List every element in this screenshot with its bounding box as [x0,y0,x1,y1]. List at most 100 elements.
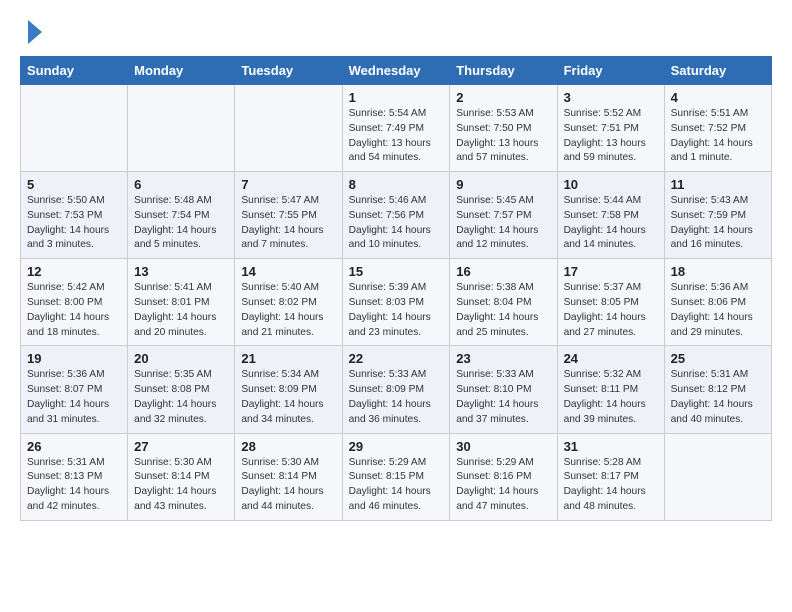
day-info: Sunrise: 5:44 AMSunset: 7:58 PMDaylight:… [564,194,658,253]
calendar-cell: 18 Sunrise: 5:36 AMSunset: 8:06 PMDayligh… [664,259,771,346]
day-number: 2 [456,90,550,105]
day-info: Sunrise: 5:50 AMSunset: 7:53 PMDaylight:… [27,194,121,253]
calendar-cell: 14 Sunrise: 5:40 AMSunset: 8:02 PMDayligh… [235,259,342,346]
weekday-header-saturday: Saturday [664,57,771,85]
calendar-cell: 17 Sunrise: 5:37 AMSunset: 8:05 PMDayligh… [557,259,664,346]
day-number: 13 [134,264,228,279]
calendar-cell [21,85,128,172]
logo [20,16,46,46]
day-number: 27 [134,439,228,454]
calendar-table: SundayMondayTuesdayWednesdayThursdayFrid… [20,56,772,521]
calendar-cell: 21 Sunrise: 5:34 AMSunset: 8:09 PMDayligh… [235,346,342,433]
calendar-cell: 27 Sunrise: 5:30 AMSunset: 8:14 PMDayligh… [128,433,235,520]
day-number: 3 [564,90,658,105]
day-info: Sunrise: 5:36 AMSunset: 8:06 PMDaylight:… [671,281,765,340]
day-info: Sunrise: 5:54 AMSunset: 7:49 PMDaylight:… [349,107,444,166]
day-info: Sunrise: 5:36 AMSunset: 8:07 PMDaylight:… [27,368,121,427]
calendar-cell: 5Sunrise: 5:50 AMSunset: 7:53 PMDaylight… [21,172,128,259]
calendar-cell: 29 Sunrise: 5:29 AMSunset: 8:15 PMDayligh… [342,433,450,520]
day-number: 21 [241,351,335,366]
day-number: 7 [241,177,335,192]
calendar-cell: 22Sunrise: 5:33 AMSunset: 8:09 PMDayligh… [342,346,450,433]
calendar-body: 1 Sunrise: 5:54 AMSunset: 7:49 PMDaylight… [21,85,772,521]
logo-icon [24,18,46,46]
day-number: 22 [349,351,444,366]
day-info: Sunrise: 5:37 AMSunset: 8:05 PMDaylight:… [564,281,658,340]
calendar-week-2: 5Sunrise: 5:50 AMSunset: 7:53 PMDaylight… [21,172,772,259]
calendar-week-5: 26 Sunrise: 5:31 AMSunset: 8:13 PMDayligh… [21,433,772,520]
day-info: Sunrise: 5:43 AMSunset: 7:59 PMDaylight:… [671,194,765,253]
weekday-header-wednesday: Wednesday [342,57,450,85]
calendar-cell: 25 Sunrise: 5:31 AMSunset: 8:12 PMDayligh… [664,346,771,433]
day-number: 9 [456,177,550,192]
day-info: Sunrise: 5:31 AMSunset: 8:13 PMDaylight:… [27,456,121,515]
calendar-cell [128,85,235,172]
day-info: Sunrise: 5:28 AMSunset: 8:17 PMDaylight:… [564,456,658,515]
day-info: Sunrise: 5:46 AMSunset: 7:56 PMDaylight:… [349,194,444,253]
day-number: 1 [349,90,444,105]
day-number: 18 [671,264,765,279]
calendar-cell: 12 Sunrise: 5:42 AMSunset: 8:00 PMDayligh… [21,259,128,346]
day-number: 31 [564,439,658,454]
day-number: 10 [564,177,658,192]
day-number: 26 [27,439,121,454]
day-number: 16 [456,264,550,279]
calendar-cell: 2 Sunrise: 5:53 AMSunset: 7:50 PMDaylight… [450,85,557,172]
calendar-cell: 6Sunrise: 5:48 AMSunset: 7:54 PMDaylight… [128,172,235,259]
day-info: Sunrise: 5:39 AMSunset: 8:03 PMDaylight:… [349,281,444,340]
day-number: 25 [671,351,765,366]
weekday-header-tuesday: Tuesday [235,57,342,85]
day-info: Sunrise: 5:35 AMSunset: 8:08 PMDaylight:… [134,368,228,427]
calendar-cell: 28Sunrise: 5:30 AMSunset: 8:14 PMDayligh… [235,433,342,520]
calendar-cell: 31 Sunrise: 5:28 AMSunset: 8:17 PMDayligh… [557,433,664,520]
day-info: Sunrise: 5:31 AMSunset: 8:12 PMDaylight:… [671,368,765,427]
day-info: Sunrise: 5:34 AMSunset: 8:09 PMDaylight:… [241,368,335,427]
day-info: Sunrise: 5:53 AMSunset: 7:50 PMDaylight:… [456,107,550,166]
calendar-cell: 30 Sunrise: 5:29 AMSunset: 8:16 PMDayligh… [450,433,557,520]
day-info: Sunrise: 5:42 AMSunset: 8:00 PMDaylight:… [27,281,121,340]
day-info: Sunrise: 5:52 AMSunset: 7:51 PMDaylight:… [564,107,658,166]
calendar-cell: 19 Sunrise: 5:36 AMSunset: 8:07 PMDayligh… [21,346,128,433]
day-number: 12 [27,264,121,279]
calendar-cell: 3 Sunrise: 5:52 AMSunset: 7:51 PMDaylight… [557,85,664,172]
day-info: Sunrise: 5:38 AMSunset: 8:04 PMDaylight:… [456,281,550,340]
day-info: Sunrise: 5:51 AMSunset: 7:52 PMDaylight:… [671,107,765,166]
day-info: Sunrise: 5:40 AMSunset: 8:02 PMDaylight:… [241,281,335,340]
calendar-week-4: 19 Sunrise: 5:36 AMSunset: 8:07 PMDayligh… [21,346,772,433]
day-info: Sunrise: 5:33 AMSunset: 8:10 PMDaylight:… [456,368,550,427]
day-number: 24 [564,351,658,366]
day-number: 19 [27,351,121,366]
calendar-cell: 8 Sunrise: 5:46 AMSunset: 7:56 PMDaylight… [342,172,450,259]
day-number: 17 [564,264,658,279]
day-number: 29 [349,439,444,454]
calendar-cell: 11Sunrise: 5:43 AMSunset: 7:59 PMDayligh… [664,172,771,259]
weekday-header-friday: Friday [557,57,664,85]
weekday-header-sunday: Sunday [21,57,128,85]
calendar-cell [664,433,771,520]
calendar-week-1: 1 Sunrise: 5:54 AMSunset: 7:49 PMDaylight… [21,85,772,172]
weekday-header-monday: Monday [128,57,235,85]
calendar-cell: 16 Sunrise: 5:38 AMSunset: 8:04 PMDayligh… [450,259,557,346]
day-number: 30 [456,439,550,454]
day-info: Sunrise: 5:30 AMSunset: 8:14 PMDaylight:… [134,456,228,515]
calendar-cell: 9 Sunrise: 5:45 AMSunset: 7:57 PMDaylight… [450,172,557,259]
calendar-cell: 24Sunrise: 5:32 AMSunset: 8:11 PMDayligh… [557,346,664,433]
weekday-header-thursday: Thursday [450,57,557,85]
day-number: 14 [241,264,335,279]
calendar-cell: 1 Sunrise: 5:54 AMSunset: 7:49 PMDaylight… [342,85,450,172]
day-info: Sunrise: 5:29 AMSunset: 8:16 PMDaylight:… [456,456,550,515]
calendar-cell: 20 Sunrise: 5:35 AMSunset: 8:08 PMDayligh… [128,346,235,433]
calendar-cell: 13 Sunrise: 5:41 AMSunset: 8:01 PMDayligh… [128,259,235,346]
day-info: Sunrise: 5:47 AMSunset: 7:55 PMDaylight:… [241,194,335,253]
calendar-cell [235,85,342,172]
day-number: 4 [671,90,765,105]
calendar-cell: 15Sunrise: 5:39 AMSunset: 8:03 PMDayligh… [342,259,450,346]
day-number: 23 [456,351,550,366]
day-info: Sunrise: 5:29 AMSunset: 8:15 PMDaylight:… [349,456,444,515]
day-info: Sunrise: 5:41 AMSunset: 8:01 PMDaylight:… [134,281,228,340]
day-number: 20 [134,351,228,366]
day-info: Sunrise: 5:45 AMSunset: 7:57 PMDaylight:… [456,194,550,253]
calendar-cell: 4 Sunrise: 5:51 AMSunset: 7:52 PMDaylight… [664,85,771,172]
day-number: 8 [349,177,444,192]
day-number: 28 [241,439,335,454]
